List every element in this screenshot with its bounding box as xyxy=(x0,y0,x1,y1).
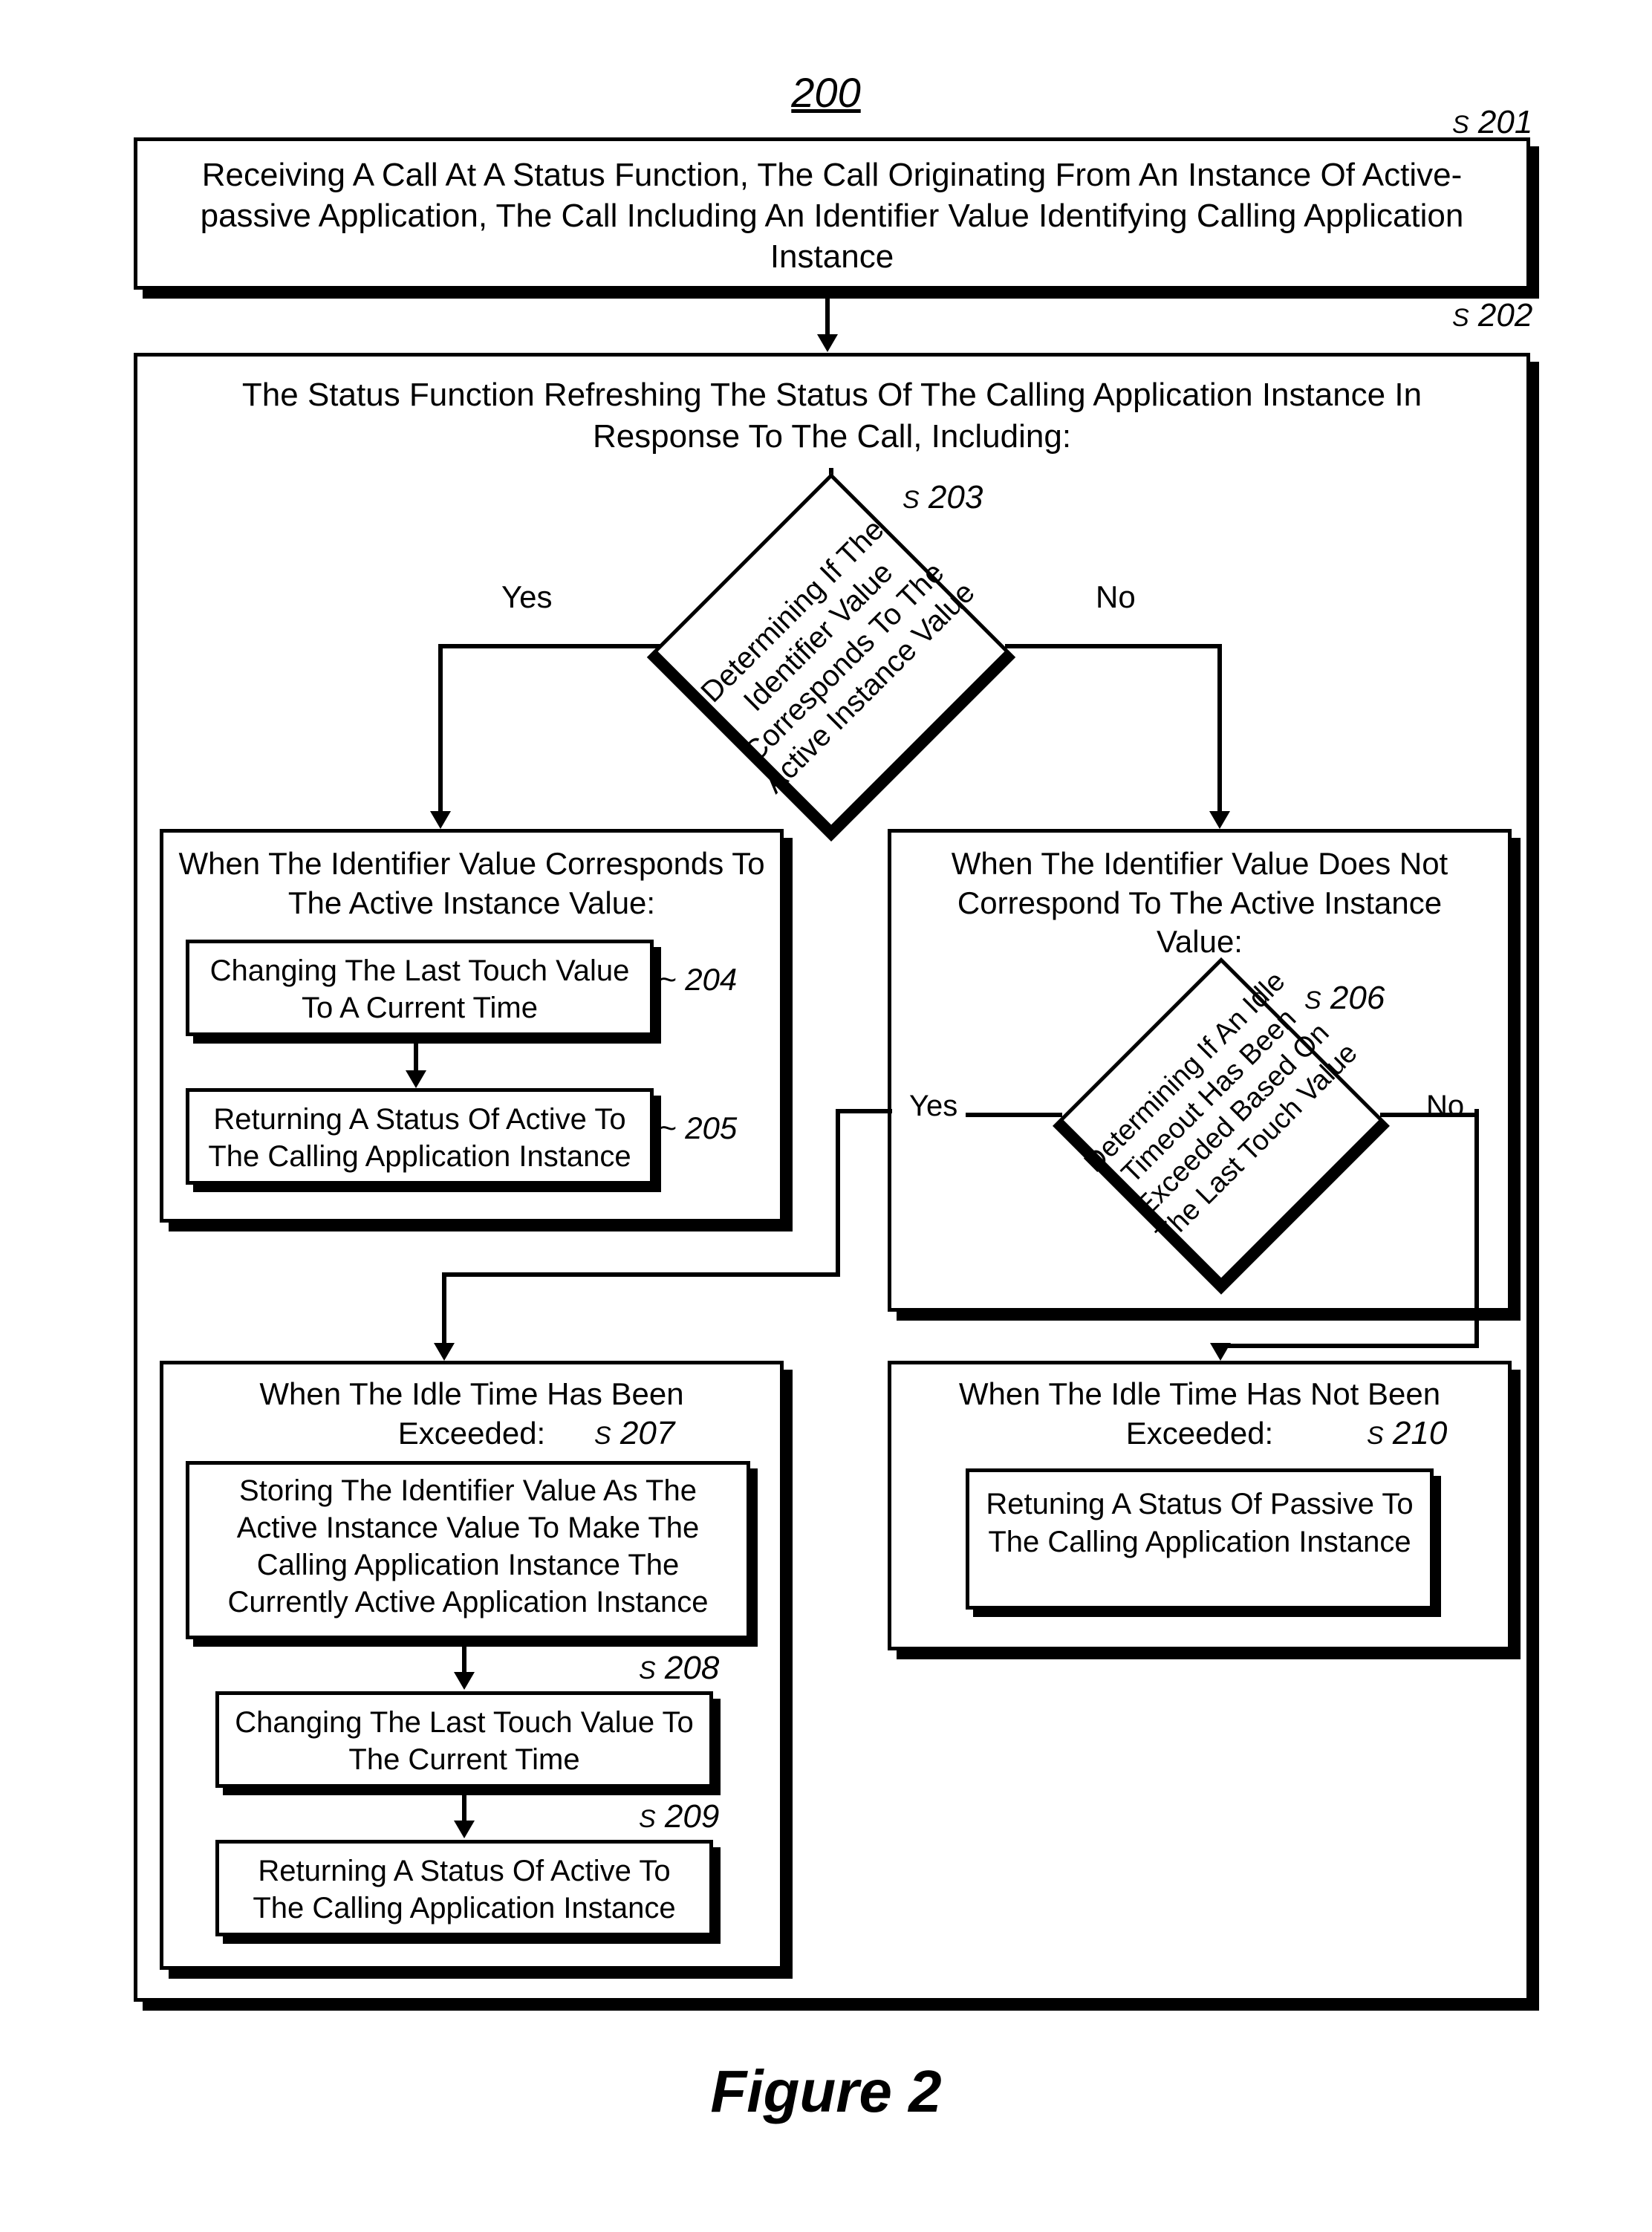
ref-208: S 208 xyxy=(639,1650,719,1687)
ref-202: S 202 xyxy=(1452,297,1532,334)
line-206-no-h2 xyxy=(1218,1344,1479,1348)
line-206-yes-v2 xyxy=(442,1272,446,1347)
line-206-no-stub xyxy=(1380,1113,1477,1117)
line-206-yes-v xyxy=(836,1109,840,1272)
ref-203-num: 203 xyxy=(929,479,983,515)
ref-207-num: 207 xyxy=(620,1415,674,1451)
label-203-no: No xyxy=(1096,579,1136,615)
arrow-206-yes-head xyxy=(434,1343,455,1361)
arrow-204-205-line xyxy=(414,1039,418,1073)
step-205: Returning A Status Of Active To The Call… xyxy=(186,1088,654,1185)
figure-caption: Figure 2 xyxy=(0,2057,1652,2126)
arrow-206-no-head xyxy=(1210,1343,1231,1361)
label-206-no: No xyxy=(1426,1090,1464,1123)
ref-208-num: 208 xyxy=(665,1650,719,1686)
ref-202-num: 202 xyxy=(1478,297,1532,334)
arrow-201-to-202-line xyxy=(825,294,830,337)
block-201: Receiving A Call At A Status Function, T… xyxy=(134,137,1530,290)
step-207-text: Storing The Identifier Value As The Acti… xyxy=(200,1472,736,1621)
line-206-yes-h3 xyxy=(442,1272,840,1277)
figure-number: 200 xyxy=(0,68,1652,117)
arrow-207-208-head xyxy=(454,1672,475,1690)
block-202: The Status Function Refreshing The Statu… xyxy=(134,353,1530,2002)
step-209: Returning A Status Of Active To The Call… xyxy=(215,1840,713,1936)
ref-209-num: 209 xyxy=(665,1798,719,1835)
yes-branch-box: When The Identifier Value Corresponds To… xyxy=(160,829,784,1223)
arrow-203-yes-head xyxy=(430,811,451,829)
block-202-header: The Status Function Refreshing The Statu… xyxy=(227,374,1437,458)
step-204: Changing The Last Touch Value To A Curre… xyxy=(186,940,654,1036)
ref-204-num: 204 xyxy=(685,962,737,997)
decision-206-wrap: Determining If An Idle Timeout Has Been … xyxy=(1110,1003,1333,1226)
line-206-yes-h2 xyxy=(836,1109,892,1113)
arrow-207-208-line xyxy=(462,1642,466,1675)
line-203-yes-v xyxy=(438,644,443,815)
idle-not-box: When The Idle Time Has Not Been Exceeded… xyxy=(888,1361,1512,1650)
label-203-yes: Yes xyxy=(501,579,553,615)
step-207: Storing The Identifier Value As The Acti… xyxy=(186,1461,750,1639)
ref-201: S 201 xyxy=(1452,104,1532,141)
decision-203-wrap: Determining If The Identifier Value Corr… xyxy=(709,524,954,769)
idle-exceeded-box: When The Idle Time Has Been Exceeded: S … xyxy=(160,1361,784,1970)
step-208-text: Changing The Last Touch Value To The Cur… xyxy=(230,1704,699,1778)
line-203-no-h xyxy=(1005,644,1222,648)
step-204-text: Changing The Last Touch Value To A Curre… xyxy=(197,952,643,1026)
ref-204: ~ 204 xyxy=(658,962,737,998)
ref-205-num: 205 xyxy=(685,1110,737,1145)
arrow-208-209-head xyxy=(454,1821,475,1838)
no-branch-box: When The Identifier Value Does Not Corre… xyxy=(888,829,1512,1312)
arrow-208-209-line xyxy=(462,1791,466,1823)
ref-201-num: 201 xyxy=(1478,104,1532,140)
no-branch-header: When The Identifier Value Does Not Corre… xyxy=(914,845,1486,962)
yes-branch-header: When The Identifier Value Corresponds To… xyxy=(178,845,765,923)
step-208: Changing The Last Touch Value To The Cur… xyxy=(215,1691,713,1788)
ref-210: S 210 xyxy=(1367,1415,1447,1452)
step-210-text: Retuning A Status Of Passive To The Call… xyxy=(984,1486,1415,1561)
step-205-text: Returning A Status Of Active To The Call… xyxy=(197,1101,643,1175)
line-203-yes-h xyxy=(438,644,661,648)
line-206-yes-stub xyxy=(966,1113,1062,1117)
arrow-204-205-head xyxy=(406,1070,426,1088)
ref-207: S 207 xyxy=(594,1415,674,1452)
arrow-201-to-202-head xyxy=(817,334,838,352)
ref-205: ~ 205 xyxy=(658,1110,737,1146)
label-206-yes: Yes xyxy=(909,1090,957,1123)
ref-206: S 206 xyxy=(1304,980,1385,1017)
ref-206-num: 206 xyxy=(1330,980,1385,1016)
ref-210-num: 210 xyxy=(1393,1415,1447,1451)
arrow-203-no-head xyxy=(1209,811,1230,829)
step-209-text: Returning A Status Of Active To The Call… xyxy=(230,1852,699,1927)
block-201-text: Receiving A Call At A Status Function, T… xyxy=(167,154,1497,277)
step-210: Retuning A Status Of Passive To The Call… xyxy=(966,1468,1434,1610)
line-206-no-v xyxy=(1474,1109,1479,1347)
ref-203: S 203 xyxy=(903,479,983,516)
line-203-no-v xyxy=(1217,644,1222,815)
ref-209: S 209 xyxy=(639,1798,719,1835)
